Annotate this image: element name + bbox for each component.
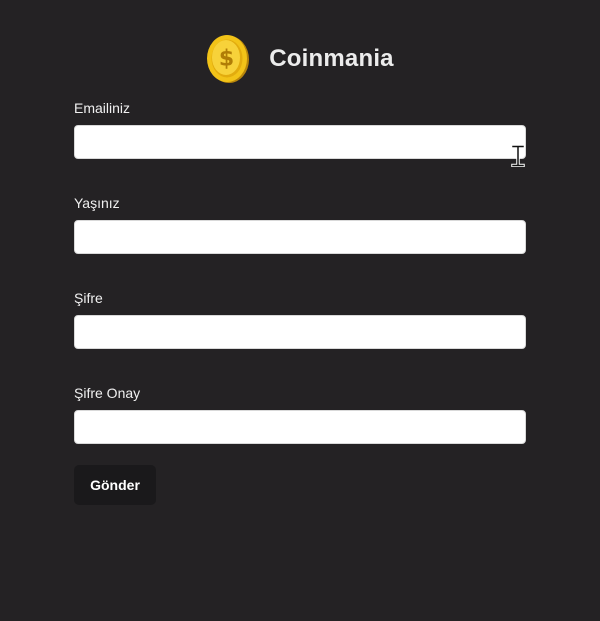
age-input[interactable]	[74, 220, 526, 254]
password-confirm-input[interactable]	[74, 410, 526, 444]
coin-icon: $	[207, 35, 250, 83]
email-field-group: Emailiniz	[74, 98, 526, 193]
email-label: Emailiniz	[74, 100, 131, 116]
password-input[interactable]	[74, 315, 526, 349]
email-input[interactable]	[74, 125, 526, 159]
submit-button[interactable]: Gönder	[74, 465, 156, 505]
svg-text:$: $	[219, 47, 234, 72]
age-field-group: Yaşınız	[74, 193, 526, 288]
password-confirm-field-group: Şifre Onay	[74, 383, 526, 478]
password-field-group: Şifre	[74, 288, 526, 383]
registration-form: Emailiniz Yaşınız Şifre Şifre Onay	[74, 98, 526, 478]
app-title: Coinmania	[269, 45, 394, 72]
age-label: Yaşınız	[74, 195, 120, 211]
password-label: Şifre	[74, 290, 103, 306]
password-confirm-label: Şifre Onay	[74, 385, 141, 401]
brand-header: $ Coinmania	[0, 33, 600, 85]
